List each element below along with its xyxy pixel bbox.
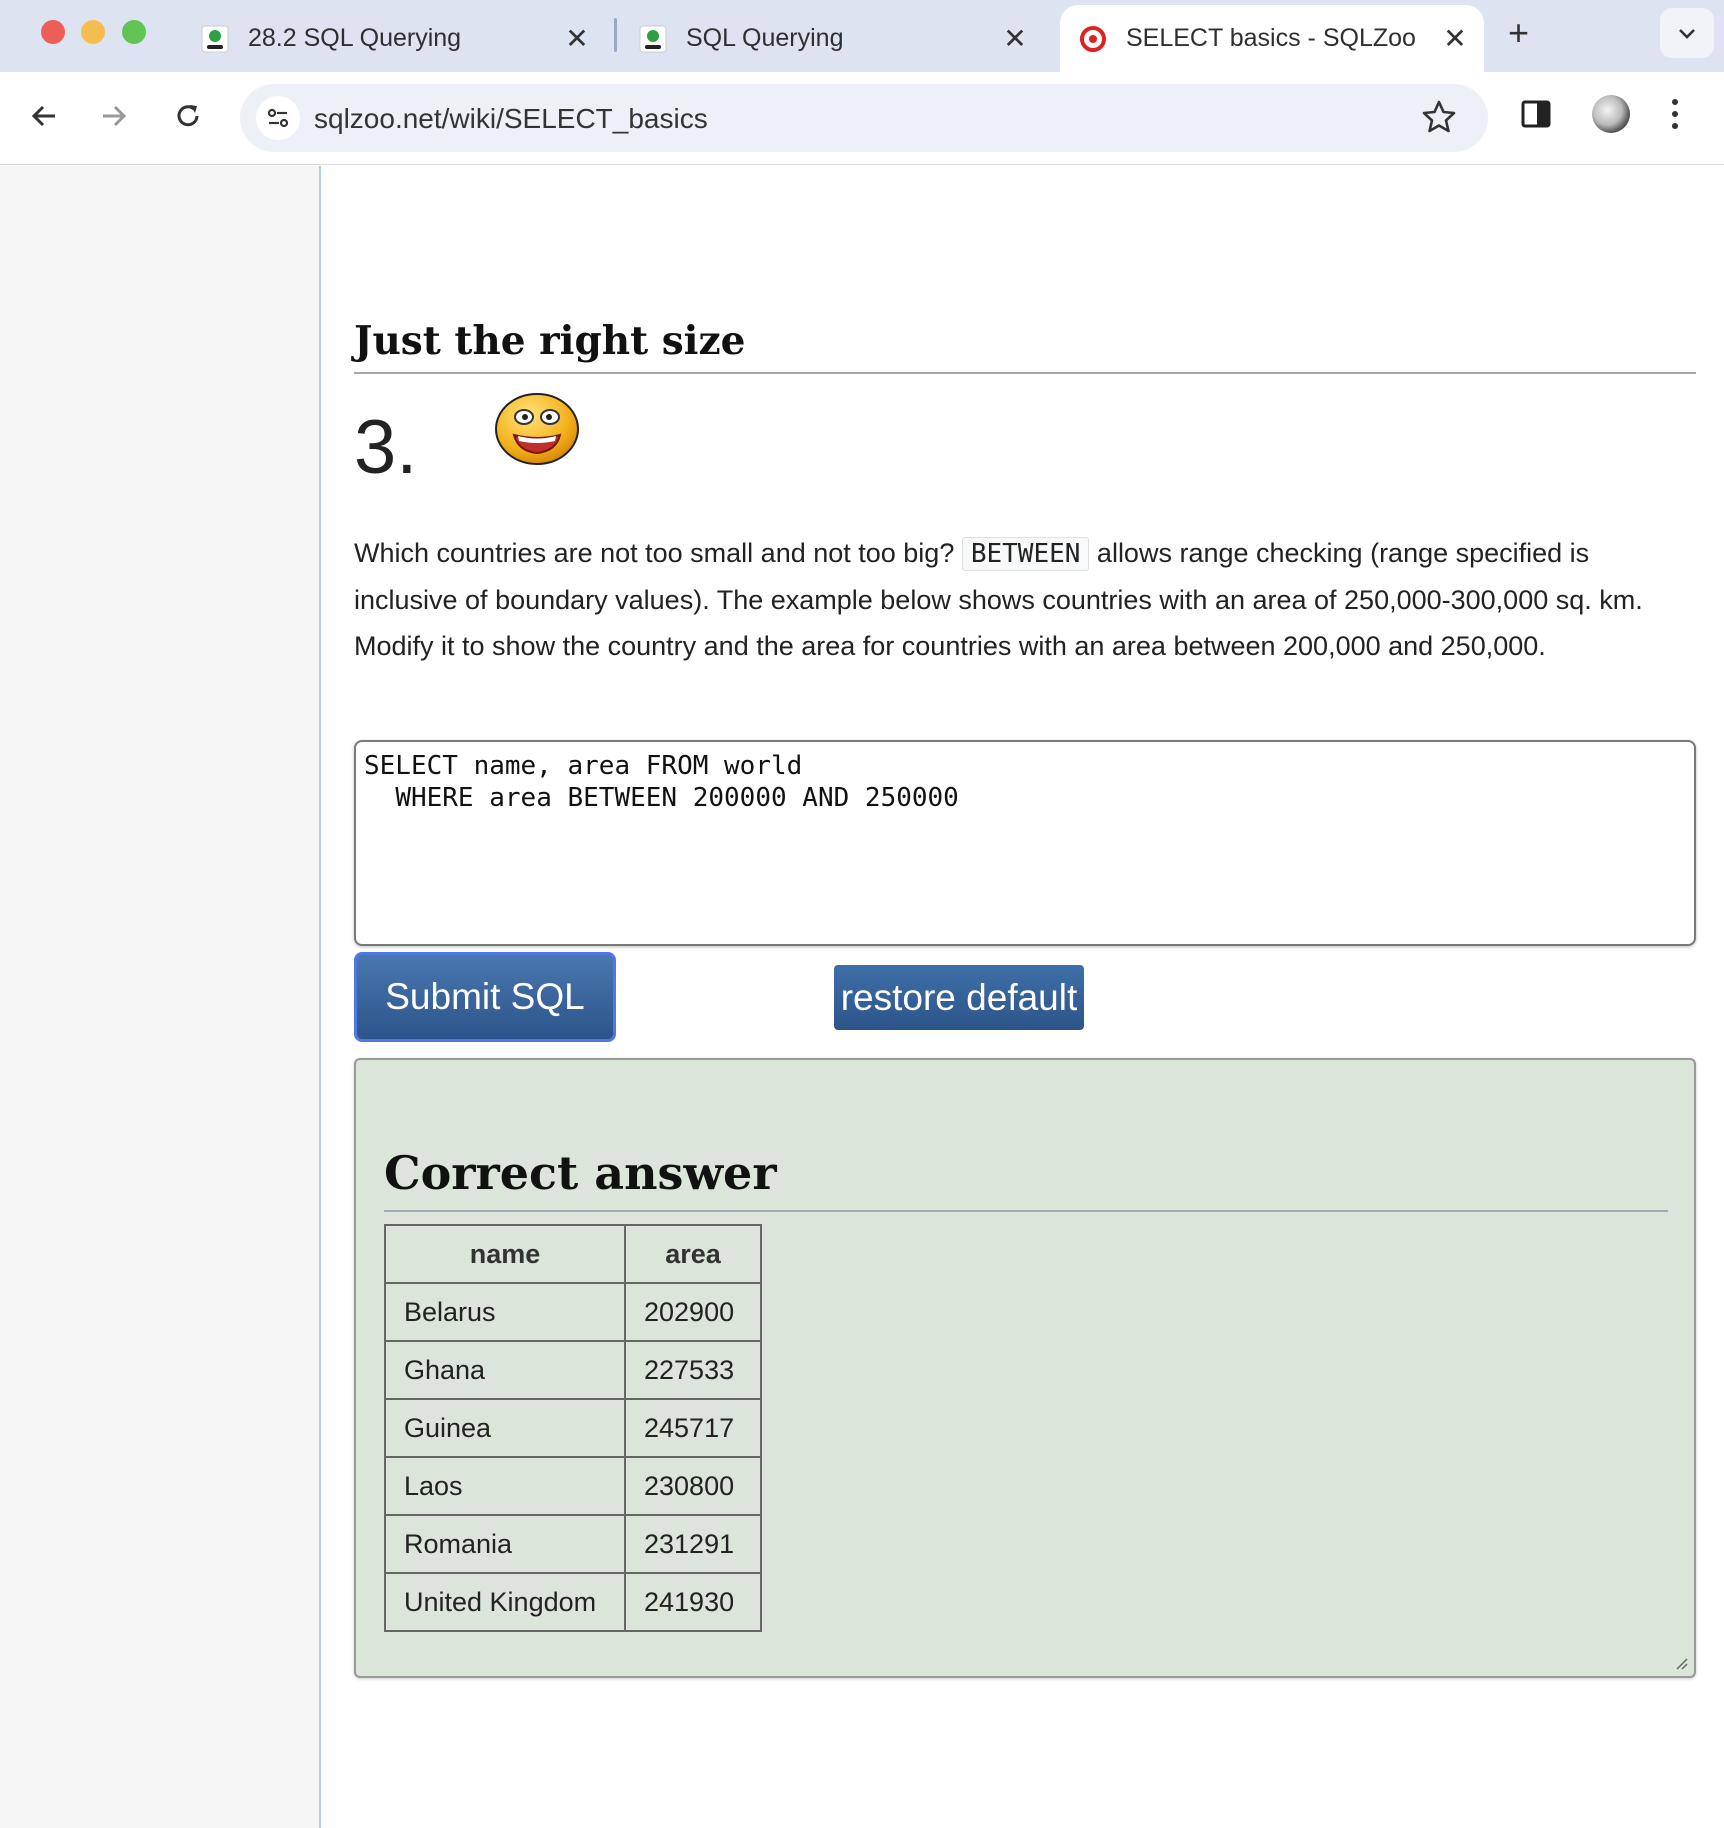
- cell-name: Laos: [384, 1456, 626, 1516]
- cell-name: Belarus: [384, 1282, 626, 1342]
- table-row: Ghana 227533: [384, 1340, 762, 1400]
- answer-panel: Correct answer name area Belarus 202900 …: [354, 1058, 1696, 1678]
- maximize-window-button[interactable]: [122, 20, 146, 44]
- resize-grip-icon[interactable]: [1672, 1654, 1688, 1670]
- column-header-area: area: [624, 1224, 762, 1284]
- green-person-icon: [638, 24, 668, 54]
- green-person-icon: [200, 24, 230, 54]
- table-header-row: name area: [384, 1224, 762, 1284]
- section-title: Just the right size: [354, 318, 1696, 374]
- table-row: Belarus 202900: [384, 1282, 762, 1342]
- chevron-down-icon: [1679, 29, 1695, 39]
- sql-editor[interactable]: [354, 740, 1696, 946]
- tab-search-button[interactable]: [1660, 8, 1714, 58]
- tab-select-basics-active[interactable]: SELECT basics - SQLZoo ✕: [1060, 5, 1484, 72]
- answer-title: Correct answer: [384, 1146, 1668, 1212]
- cell-name: Guinea: [384, 1398, 626, 1458]
- tab-title: SELECT basics - SQLZoo: [1126, 24, 1416, 52]
- cell-name: United Kingdom: [384, 1572, 626, 1632]
- tab-title: 28.2 SQL Querying: [248, 24, 462, 52]
- more-menu-icon[interactable]: [1670, 96, 1680, 137]
- submit-sql-button[interactable]: Submit SQL: [354, 952, 616, 1042]
- reload-icon: [177, 105, 199, 127]
- question-number: 3.: [354, 405, 418, 490]
- result-table: name area Belarus 202900 Ghana 227533 Gu…: [384, 1224, 762, 1632]
- cell-name: Ghana: [384, 1340, 626, 1400]
- cell-area: 227533: [624, 1340, 762, 1400]
- back-arrow-icon: [31, 105, 55, 127]
- cell-name: Romania: [384, 1514, 626, 1574]
- left-sidebar: [0, 166, 321, 1828]
- new-tab-button[interactable]: +: [1508, 12, 1529, 54]
- cell-area: 230800: [624, 1456, 762, 1516]
- question-description: Which countries are not too small and no…: [354, 530, 1696, 669]
- sqlzoo-logo-icon: [1078, 24, 1108, 54]
- between-keyword: BETWEEN: [961, 537, 1090, 571]
- cell-area: 245717: [624, 1398, 762, 1458]
- forward-arrow-icon: [103, 105, 127, 127]
- smiley-face-icon: [494, 391, 580, 472]
- table-row: United Kingdom 241930: [384, 1572, 762, 1632]
- bookmark-star-icon[interactable]: [1420, 98, 1458, 141]
- tab-strip: 28.2 SQL Querying ✕ SQL Querying ✕ SELEC…: [0, 0, 1724, 72]
- back-button[interactable]: [22, 94, 66, 138]
- side-panel-icon[interactable]: [1520, 98, 1552, 135]
- browser-toolbar: sqlzoo.net/wiki/SELECT_basics: [0, 72, 1724, 165]
- close-window-button[interactable]: [41, 20, 65, 44]
- tab-28-2-sql-querying[interactable]: 28.2 SQL Querying ✕: [200, 5, 592, 72]
- site-settings-icon[interactable]: [256, 96, 300, 140]
- table-row: Laos 230800: [384, 1456, 762, 1516]
- address-bar[interactable]: sqlzoo.net/wiki/SELECT_basics: [240, 84, 1488, 152]
- table-row: Romania 231291: [384, 1514, 762, 1574]
- close-tab-icon[interactable]: ✕: [1000, 22, 1030, 55]
- cell-area: 231291: [624, 1514, 762, 1574]
- reload-button[interactable]: [166, 94, 210, 138]
- minimize-window-button[interactable]: [81, 20, 105, 44]
- close-tab-icon[interactable]: ✕: [1440, 22, 1470, 55]
- table-row: Guinea 245717: [384, 1398, 762, 1458]
- profile-avatar[interactable]: [1592, 95, 1630, 133]
- tab-separator: [614, 18, 617, 52]
- tab-title: SQL Querying: [686, 24, 844, 52]
- close-tab-icon[interactable]: ✕: [562, 22, 592, 55]
- cell-area: 241930: [624, 1572, 762, 1632]
- column-header-name: name: [384, 1224, 626, 1284]
- tab-sql-querying[interactable]: SQL Querying ✕: [638, 5, 1030, 72]
- url-text[interactable]: sqlzoo.net/wiki/SELECT_basics: [314, 103, 708, 135]
- restore-default-button[interactable]: restore default: [834, 965, 1084, 1030]
- cell-area: 202900: [624, 1282, 762, 1342]
- description-text-1: Which countries are not too small and no…: [354, 538, 962, 568]
- forward-button[interactable]: [92, 94, 136, 138]
